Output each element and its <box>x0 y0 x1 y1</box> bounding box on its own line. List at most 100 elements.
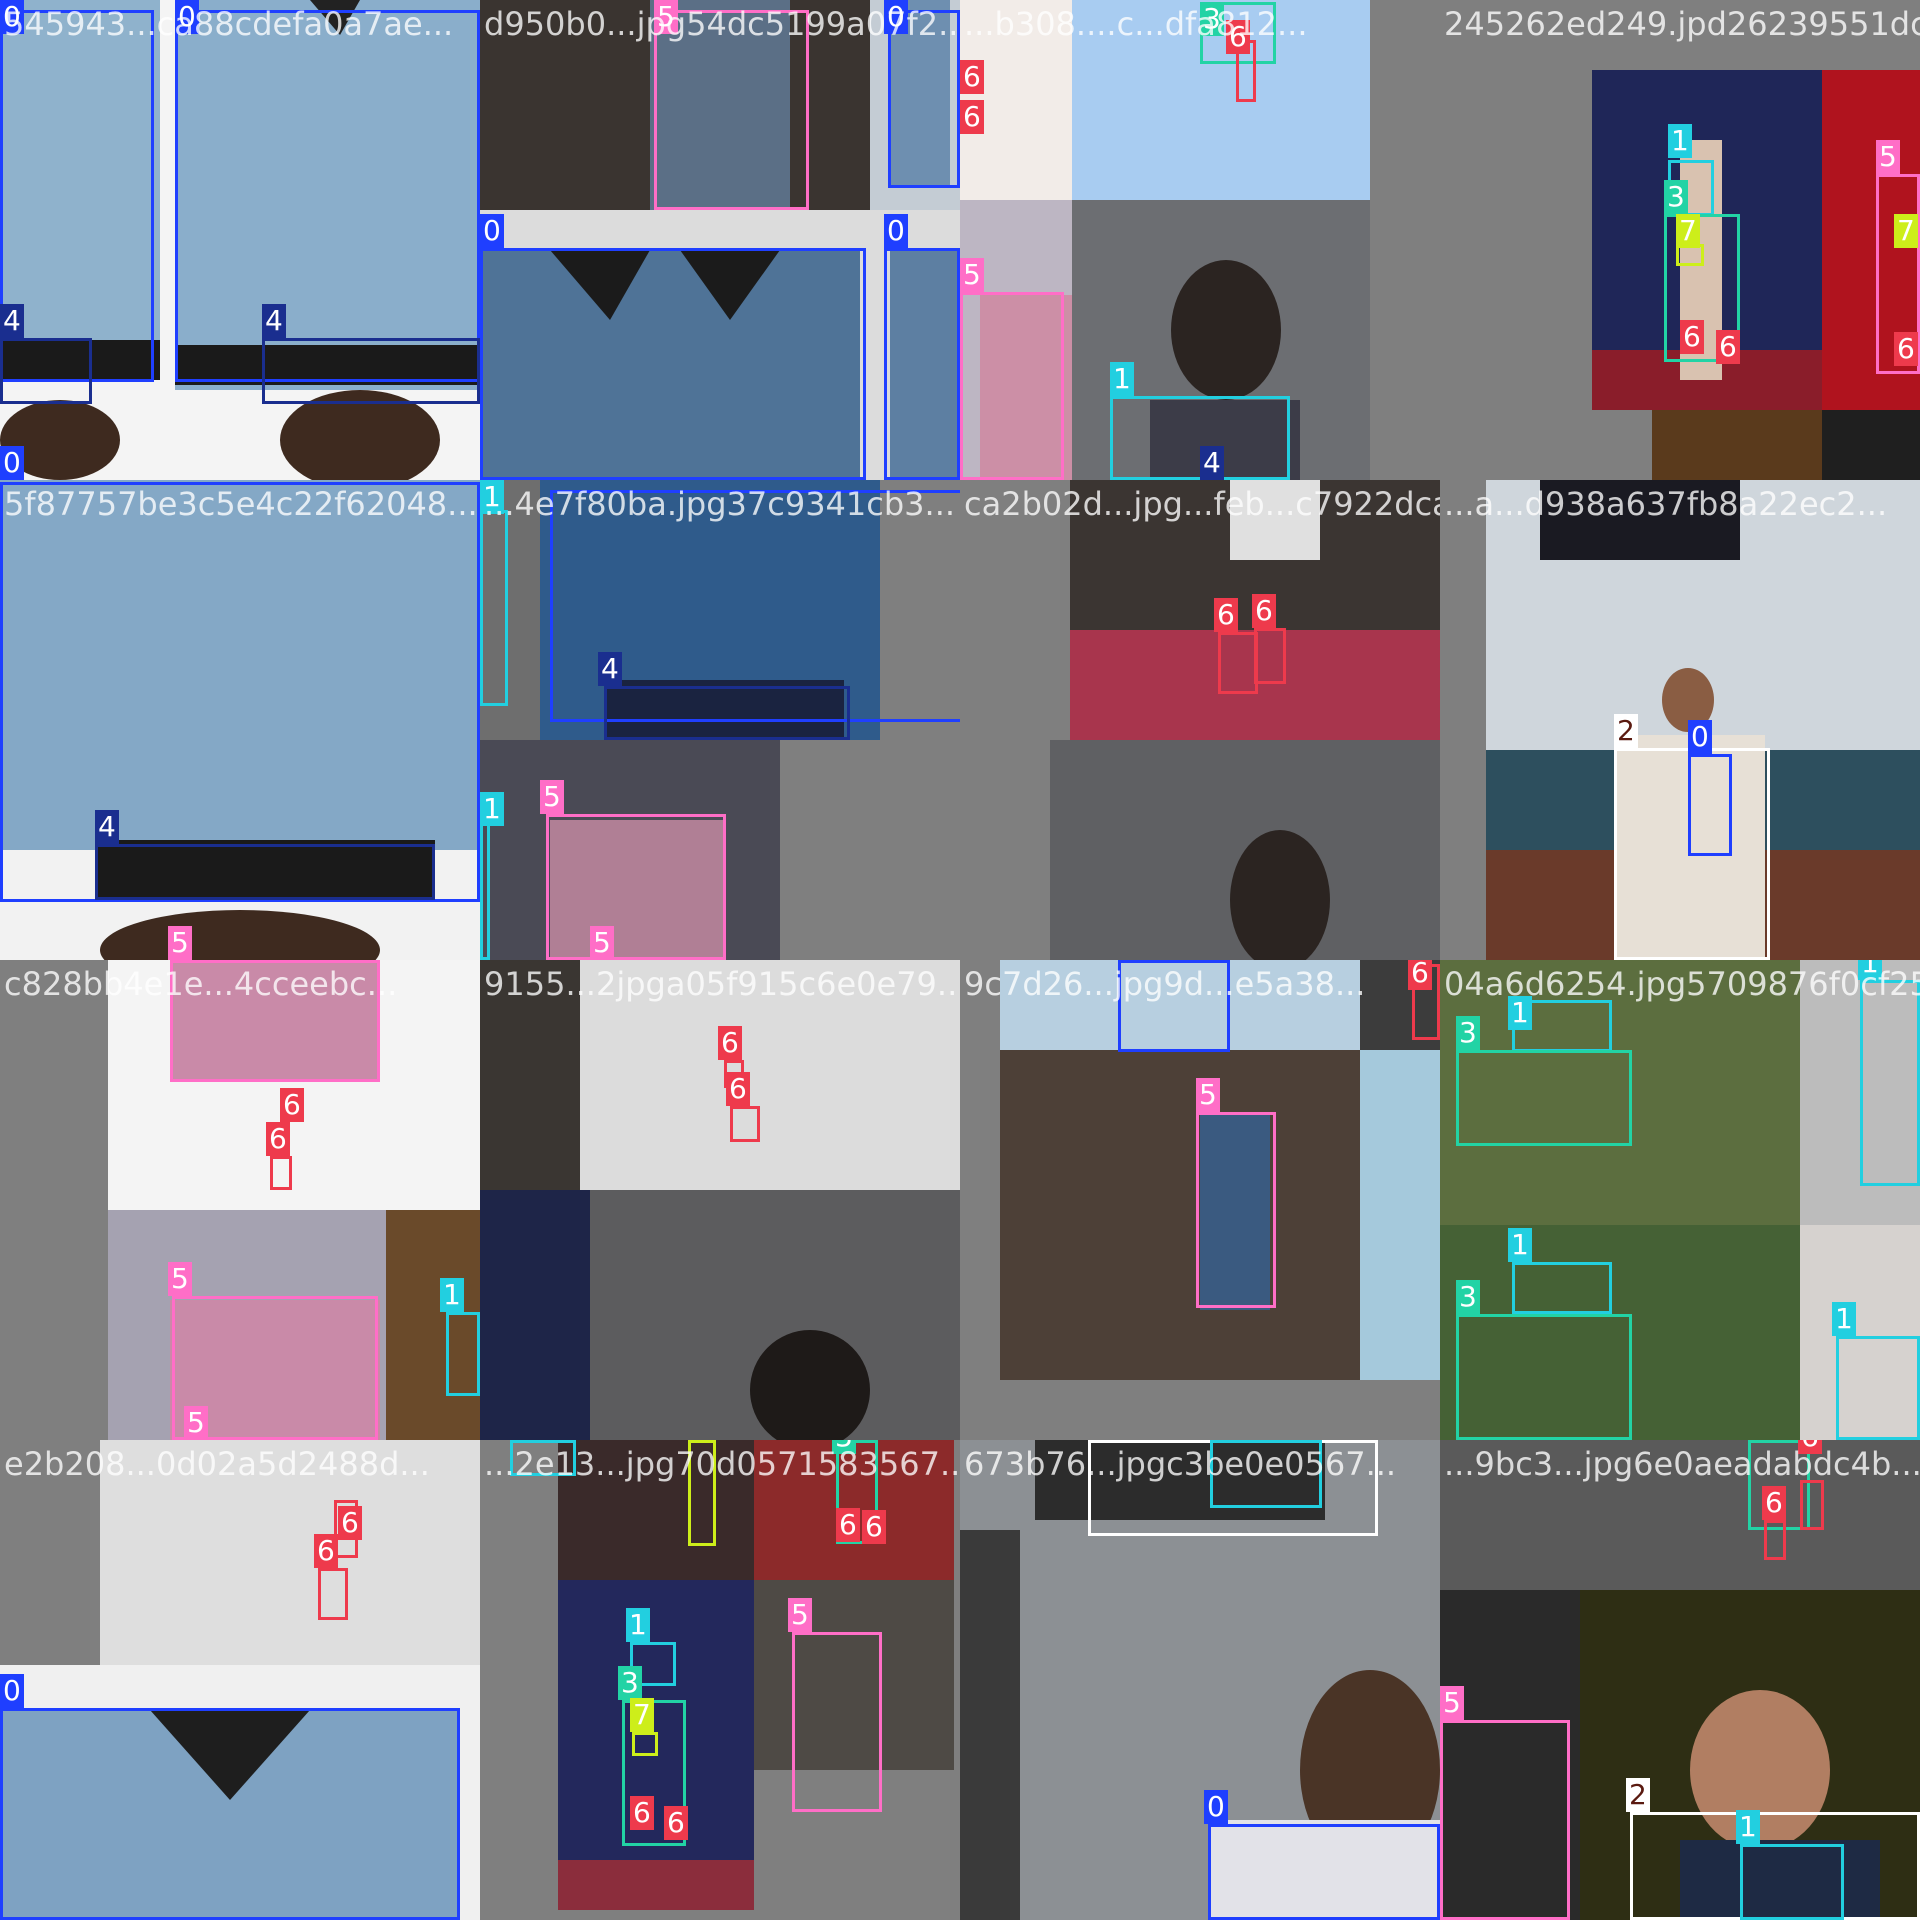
tile-r0c0: 545943...ca88cdefa0a7ae... 0 0 4 4 0 <box>0 0 480 480</box>
bbox-label: 4 <box>0 304 24 338</box>
bbox-label: 1 <box>1736 1810 1760 1844</box>
bbox-label: 7 <box>630 1698 654 1732</box>
filename-label: d950b0...jpg54dc5199a07f2... <box>484 5 960 43</box>
bbox-label: 5 <box>168 1262 192 1296</box>
tile-r1c2: ca2b02d...jpg...feb...c7922dca7... 6 6 <box>960 480 1440 960</box>
bbox-class-0 <box>1208 1824 1440 1920</box>
filename-label: 9c7d26...jpg9d...e5a38... <box>964 965 1366 1003</box>
bbox-label: 0 <box>0 446 24 480</box>
bbox-class-4 <box>95 844 435 900</box>
tile-r0c1: d950b0...jpg54dc5199a07f2... 5 0 0 0 <box>480 0 960 480</box>
bbox-class-0 <box>480 248 866 480</box>
filename-label: ...2e13...jpg70d0571583567... <box>484 1445 960 1483</box>
bbox-class-1 <box>480 510 508 706</box>
bbox-label: 6 <box>280 1088 304 1122</box>
bbox-label: 1 <box>1668 124 1692 158</box>
filename-label: ca2b02d...jpg...feb...c7922dca7... <box>964 485 1440 523</box>
bbox-label: 1 <box>1508 1228 1532 1262</box>
bbox-class-3 <box>1456 1314 1632 1440</box>
bbox-label: 6 <box>1408 960 1432 990</box>
bbox-class-4 <box>0 338 92 404</box>
bbox-label: 0 <box>480 214 504 248</box>
bbox-label: 5 <box>184 1406 208 1440</box>
bbox-label: 6 <box>630 1796 654 1830</box>
filename-label: c828bb4e1e...4cceebc... <box>4 965 398 1003</box>
tile-r3c0: e2b208...0d02a5d2488d... 6 6 0 <box>0 1440 480 1920</box>
filename-label: 545943...ca88cdefa0a7ae... <box>4 5 454 43</box>
bbox-class-0 <box>175 10 480 382</box>
bbox-class-6 <box>730 1106 760 1142</box>
tile-r0c2: ...b308....c...dfa812... 3 6 6 6 5 1 4 <box>960 0 1440 480</box>
bbox-label: 5 <box>1440 1686 1464 1720</box>
bbox-label: 4 <box>1200 446 1224 480</box>
bbox-label: 6 <box>1716 330 1740 364</box>
bbox-label: 7 <box>1676 214 1700 248</box>
bbox-label: 6 <box>314 1534 338 1568</box>
bbox-class-4 <box>262 338 480 404</box>
bbox-class-1 <box>480 810 490 960</box>
bbox-label: 6 <box>1252 594 1276 628</box>
bbox-class-6 <box>270 1156 292 1190</box>
bbox-label: 1 <box>1110 362 1134 396</box>
bbox-label: 6 <box>960 100 984 134</box>
image-red-carpet-mixed <box>558 1440 954 1910</box>
bbox-label: 4 <box>95 810 119 844</box>
bbox-class-3 <box>1456 1050 1632 1146</box>
bbox-label: 5 <box>960 258 984 292</box>
bbox-label: 0 <box>884 214 908 248</box>
filename-label: 673b76...jpgc3be0e0567... <box>964 1445 1397 1483</box>
bbox-class-6 <box>1800 1480 1824 1530</box>
bbox-label: 5 <box>1196 1078 1220 1112</box>
bbox-label: 0 <box>1688 720 1712 754</box>
bbox-class-0 <box>884 248 960 480</box>
bbox-label: 6 <box>1762 1486 1786 1520</box>
bbox-label: 5 <box>1876 140 1900 174</box>
bbox-label: 6 <box>718 1026 742 1060</box>
bbox-label: 6 <box>1680 320 1704 354</box>
bbox-label: 6 <box>726 1072 750 1106</box>
bbox-label: 5 <box>590 926 614 960</box>
filename-label: ...b308....c...dfa812... <box>964 5 1308 43</box>
bbox-class-5 <box>546 814 726 960</box>
tile-r3c3: ...9bc3...jpg6e0aeadabdc4b... 3 6 6 5 2 … <box>1440 1440 1920 1920</box>
bbox-label: 5 <box>168 926 192 960</box>
bbox-class-1 <box>1512 1262 1612 1314</box>
bbox-label: 7 <box>1894 214 1918 248</box>
tile-r1c1: ...4e7f80ba.jpg37c9341cb3... 1 4 1 5 5 <box>480 480 960 960</box>
tile-r2c1: 9155...2jpga05f915c6e0e79... 6 6 <box>480 960 960 1440</box>
bbox-label: 2 <box>1614 714 1638 748</box>
bbox-label: 4 <box>262 304 286 338</box>
filename-label: 245262ed249.jpd26239551dc... <box>1444 5 1920 43</box>
tile-r2c3: 04a6d6254.jpg5709876f0cf252... 1 3 1 1 3… <box>1440 960 1920 1440</box>
bbox-label: 1 <box>440 1278 464 1312</box>
bbox-label: 6 <box>1894 332 1918 366</box>
bbox-class-6 <box>1764 1520 1786 1560</box>
bbox-label: 5 <box>788 1598 812 1632</box>
bbox-label: 1 <box>480 792 504 826</box>
bbox-class-1 <box>1836 1336 1920 1440</box>
bbox-label: 6 <box>836 1508 860 1542</box>
bbox-class-1 <box>1740 1844 1844 1920</box>
filename-label: ...a...d938a637fb8a22ec2... <box>1444 485 1888 523</box>
bbox-label: 3 <box>618 1666 642 1700</box>
filename-label: ...9bc3...jpg6e0aeadabdc4b... <box>1444 1445 1920 1483</box>
filename-label: 5f87757be3c5e4c22f62048... <box>4 485 478 523</box>
tile-r3c2: 673b76...jpgc3be0e0567... 2 1 0 <box>960 1440 1440 1920</box>
bbox-class-5 <box>960 292 1064 480</box>
bbox-class-6 <box>1254 628 1286 684</box>
bbox-label: 0 <box>1204 1790 1228 1824</box>
bbox-label: 6 <box>664 1806 688 1840</box>
bbox-class-0 <box>1688 754 1732 856</box>
bbox-label: 3 <box>1664 180 1688 214</box>
filename-label: 9155...2jpga05f915c6e0e79... <box>484 965 960 1003</box>
bbox-label: 3 <box>1456 1016 1480 1050</box>
bbox-label: 6 <box>960 60 984 94</box>
bbox-label: 2 <box>1626 1778 1650 1812</box>
bbox-class-0 <box>0 482 480 902</box>
tile-r1c3: ...a...d938a637fb8a22ec2... 2 0 <box>1440 480 1920 960</box>
bbox-label: 6 <box>1214 598 1238 632</box>
bbox-label: 1 <box>1832 1302 1856 1336</box>
tile-r3c1: ...2e13...jpg70d0571583567... 1 7 2 3 6 … <box>480 1440 960 1920</box>
bbox-class-6 <box>1218 632 1258 694</box>
bbox-class-4 <box>604 686 850 740</box>
